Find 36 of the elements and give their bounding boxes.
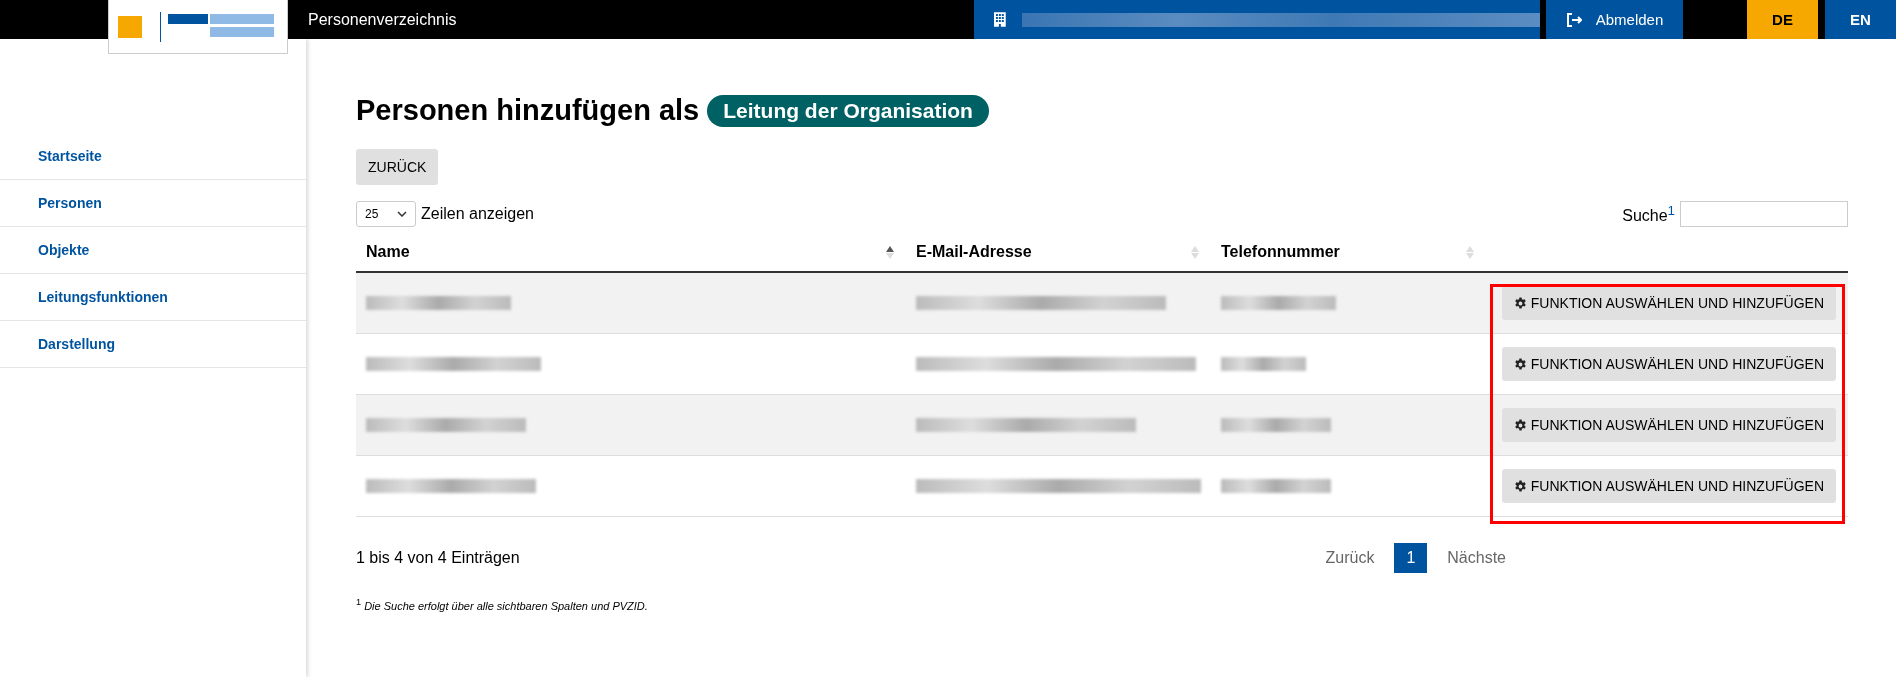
add-function-button[interactable]: FUNKTION AUSWÄHLEN UND HINZUFÜGEN xyxy=(1501,286,1836,320)
pagination-button[interactable]: Nächste xyxy=(1435,543,1518,573)
sidebar-item[interactable]: Leitungsfunktionen xyxy=(0,274,306,321)
add-function-button[interactable]: FUNKTION AUSWÄHLEN UND HINZUFÜGEN xyxy=(1501,347,1836,381)
language-button[interactable]: DE xyxy=(1747,0,1818,39)
app-title: Personenverzeichnis xyxy=(308,10,457,29)
sidebar-item[interactable]: Personen xyxy=(0,180,306,227)
gear-icon xyxy=(1513,296,1527,310)
entries-info: 1 bis 4 von 4 Einträgen xyxy=(356,549,520,567)
add-function-button[interactable]: FUNKTION AUSWÄHLEN UND HINZUFÜGEN xyxy=(1501,408,1836,442)
column-header[interactable]: E-Mail-Adresse xyxy=(916,243,1032,260)
column-header[interactable]: Name xyxy=(366,243,410,260)
language-button[interactable]: EN xyxy=(1825,0,1896,39)
page-heading: Personen hinzufügen als xyxy=(356,94,700,127)
search-field[interactable] xyxy=(1680,201,1848,227)
column-header[interactable]: Telefonnummer xyxy=(1221,243,1340,260)
logout-icon xyxy=(1565,12,1582,27)
building-icon xyxy=(994,12,1006,27)
footnote: $^{1}$ Die Suche erfolgt über alle sichtbaren Spalten und PVZID. xyxy=(356,597,649,612)
pagination-button[interactable]: 1 xyxy=(1394,543,1428,573)
sidebar-item[interactable]: Objekte xyxy=(0,227,306,274)
sidebar-item[interactable]: Darstellung xyxy=(0,321,306,368)
page-length-select[interactable]: 25 xyxy=(356,201,416,227)
role-badge: Leitung der Organisation xyxy=(707,94,989,127)
back-button[interactable]: ZURÜCK xyxy=(356,149,439,185)
gear-icon xyxy=(1513,479,1527,493)
page-length-label: Zeilen anzeigen xyxy=(421,205,534,223)
sidebar-item[interactable]: Startseite xyxy=(0,133,306,180)
sort-icon[interactable] xyxy=(886,246,894,259)
chevron-down-icon xyxy=(397,211,407,217)
search-label: Suche$^{1}$ xyxy=(1622,202,1675,226)
gear-icon xyxy=(1513,418,1527,432)
logout-button[interactable]: Abmelden xyxy=(1546,0,1683,39)
gear-icon xyxy=(1513,357,1527,371)
pagination-button[interactable]: Zurück xyxy=(1313,543,1387,573)
add-function-button[interactable]: FUNKTION AUSWÄHLEN UND HINZUFÜGEN xyxy=(1501,469,1836,503)
